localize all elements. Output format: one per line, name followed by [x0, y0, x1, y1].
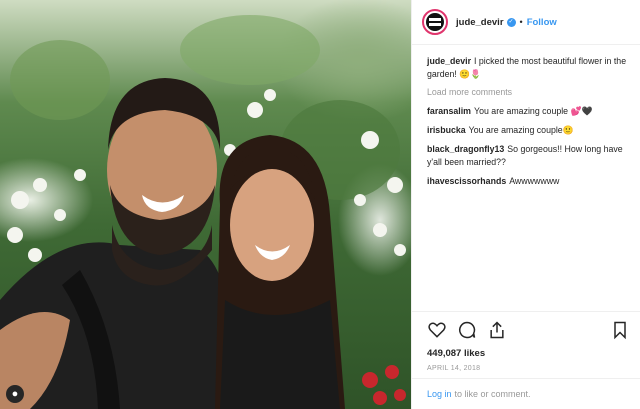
comment-username[interactable]: faransalim: [427, 106, 471, 116]
comment-item: faransalim You are amazing couple 💕🖤: [427, 105, 630, 118]
follow-button[interactable]: Follow: [527, 17, 557, 28]
comment-icon[interactable]: [457, 320, 477, 340]
login-text: to like or comment.: [454, 389, 531, 399]
caption: jude_devir I picked the most beautiful fl…: [427, 55, 630, 81]
post-actions: 449,087 likes APRIL 14, 2018: [412, 311, 640, 372]
comment-username[interactable]: black_dragonfly13: [427, 144, 504, 154]
login-link[interactable]: Log in: [427, 389, 452, 399]
post-photo[interactable]: ●: [0, 0, 411, 409]
heart-icon[interactable]: [427, 320, 447, 340]
bookmark-icon[interactable]: [610, 320, 630, 340]
author-username[interactable]: jude_devir: [456, 17, 504, 28]
separator-dot: •: [519, 17, 523, 27]
comment-text: You are amazing couple🙂: [468, 125, 574, 135]
comment-username[interactable]: irisbucka: [427, 125, 466, 135]
comments-list: jude_devir I picked the most beautiful fl…: [412, 45, 640, 307]
post-header: jude_devir ✓ • Follow: [412, 0, 640, 45]
post-date: APRIL 14, 2018: [427, 365, 481, 372]
load-more-comments[interactable]: Load more comments: [427, 87, 630, 97]
avatar[interactable]: [422, 9, 448, 35]
comment-text: Awwwwwww: [509, 176, 560, 186]
comment-text: You are amazing couple 💕🖤: [474, 106, 593, 116]
post-sidebar: jude_devir ✓ • Follow jude_devir I picked…: [411, 0, 640, 409]
login-bar: Log in to like or comment.: [412, 378, 640, 409]
user-tag-icon[interactable]: ●: [6, 385, 24, 403]
post: ● jude_devir ✓ • Follow jude_devir I pick…: [0, 0, 640, 409]
comment-item: ihavescissorhands Awwwwwww: [427, 175, 630, 188]
share-icon[interactable]: [487, 320, 507, 340]
action-icons: [427, 320, 630, 340]
verified-badge-icon: ✓: [506, 17, 516, 27]
comment-item: irisbucka You are amazing couple🙂: [427, 124, 630, 137]
photo-illustration: [0, 15, 406, 409]
caption-username[interactable]: jude_devir: [427, 56, 471, 66]
comment-item: black_dragonfly13 So gorgeous!! How long …: [427, 143, 630, 169]
avatar-image: [426, 13, 444, 31]
likes-count[interactable]: 449,087 likes: [427, 348, 630, 359]
comment-username[interactable]: ihavescissorhands: [427, 176, 506, 186]
